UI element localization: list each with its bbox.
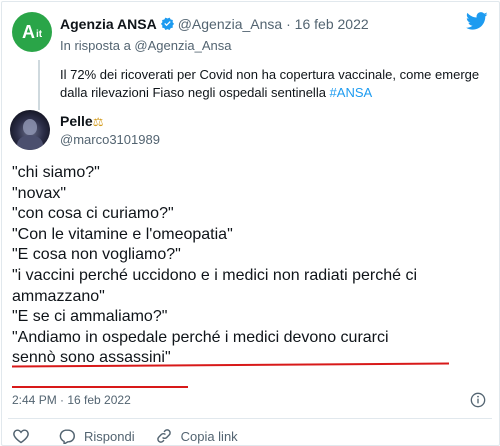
copy-link-button[interactable]: Copia link xyxy=(155,428,238,444)
tweet-line: "i vaccini perché uccidono e i medici no… xyxy=(12,266,417,284)
pelle-avatar[interactable] xyxy=(10,110,50,150)
avatar-subtext: it xyxy=(35,29,43,40)
reply-button[interactable]: Rispondi xyxy=(58,428,135,444)
thread-line xyxy=(38,60,40,110)
tweet-text: "chi siamo?" "novax" "con cosa ci curiam… xyxy=(12,163,482,369)
tweet-line: ammazzano" xyxy=(12,287,105,305)
author-name-text: Pelle xyxy=(60,113,93,129)
tweet-line: "novax" xyxy=(12,184,67,202)
quoted-text: Il 72% dei ricoverati per Covid non ha c… xyxy=(60,67,480,100)
info-icon[interactable] xyxy=(470,392,486,408)
heart-icon xyxy=(13,429,29,444)
like-button[interactable] xyxy=(12,428,38,444)
verified-badge-icon xyxy=(160,17,174,30)
reply-label: Rispondi xyxy=(84,428,135,444)
ansa-avatar[interactable]: Ait xyxy=(12,12,52,52)
reply-bubble-icon xyxy=(59,429,75,444)
hashtag-link[interactable]: #ANSA xyxy=(330,85,373,100)
quoted-tweet[interactable]: Ait Agenzia ANSA @Agenzia_Ansa · 16 feb 2… xyxy=(10,8,479,110)
avatar-letter: A xyxy=(21,22,35,42)
tweet-line: "Con le vitamine e l'omeopatia" xyxy=(12,225,233,243)
tweet-timestamp[interactable]: 2:44 PM · 16 feb 2022 xyxy=(12,393,131,407)
tweet-line: "Andiamo in ospedale perché i medici dev… xyxy=(12,328,389,346)
tweet-line: "E cosa non vogliamo?" xyxy=(12,246,181,264)
tweet-line: "E se ci ammaliamo?" xyxy=(12,308,168,326)
tweet-line: "chi siamo?" xyxy=(12,164,100,181)
copy-link-label: Copia link xyxy=(180,428,238,444)
divider xyxy=(8,418,492,419)
link-icon xyxy=(156,429,171,443)
red-underline-2 xyxy=(12,386,188,388)
quoted-tweet-text: Il 72% dei ricoverati per Covid non ha c… xyxy=(60,66,480,102)
quoted-tweet-header: Agenzia ANSA @Agenzia_Ansa · 16 feb 2022 xyxy=(60,16,369,32)
tweet-line: "con cosa ci curiamo?" xyxy=(12,205,174,223)
author-handle[interactable]: @marco3101989 xyxy=(60,132,160,147)
quoted-author-name[interactable]: Agenzia ANSA xyxy=(60,16,157,32)
quoted-date[interactable]: · 16 feb 2022 xyxy=(286,16,369,32)
author-name[interactable]: Pelle⚖ xyxy=(60,113,103,129)
reply-to-label: In risposta a @Agenzia_Ansa xyxy=(60,38,232,53)
tweet-actions: Rispondi Copia link xyxy=(12,428,258,444)
scales-emoji-icon: ⚖ xyxy=(92,115,104,129)
quoted-author-handle[interactable]: @Agenzia_Ansa xyxy=(178,16,283,32)
